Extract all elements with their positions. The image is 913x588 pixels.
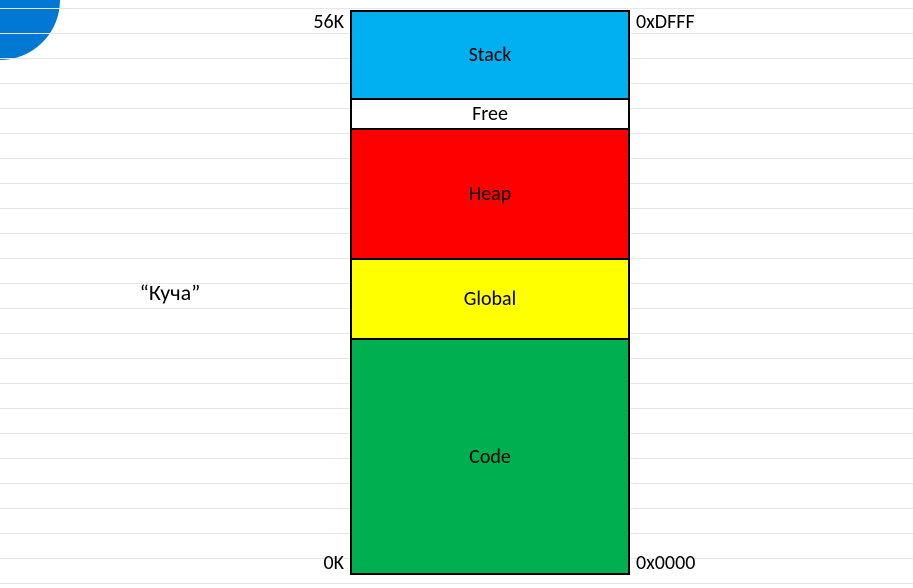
segment-free-label: Free [472,102,508,126]
segment-global: Global [350,260,630,340]
segment-stack-label: Stack [469,43,512,67]
right-address-labels: 0xDFFF 0x0000 [630,10,780,575]
label-top-size: 56K [313,10,344,34]
label-bottom-address: 0x0000 [636,551,695,575]
heap-caption: “Куча” [140,279,201,306]
left-scale-labels: 56K 0K [250,10,350,575]
segment-code: Code [350,340,630,575]
segment-heap: Heap [350,130,630,260]
segment-stack: Stack [350,10,630,100]
segment-code-label: Code [469,445,511,469]
segment-free: Free [350,100,630,130]
segment-global-label: Global [464,287,516,311]
label-bottom-size: 0K [323,551,344,575]
memory-column: Stack Free Heap Global Code [350,10,630,575]
segment-heap-label: Heap [469,182,512,206]
memory-layout-diagram: “Куча” 56K 0K Stack Free Heap Global Cod… [0,10,913,575]
label-top-address: 0xDFFF [636,10,695,34]
